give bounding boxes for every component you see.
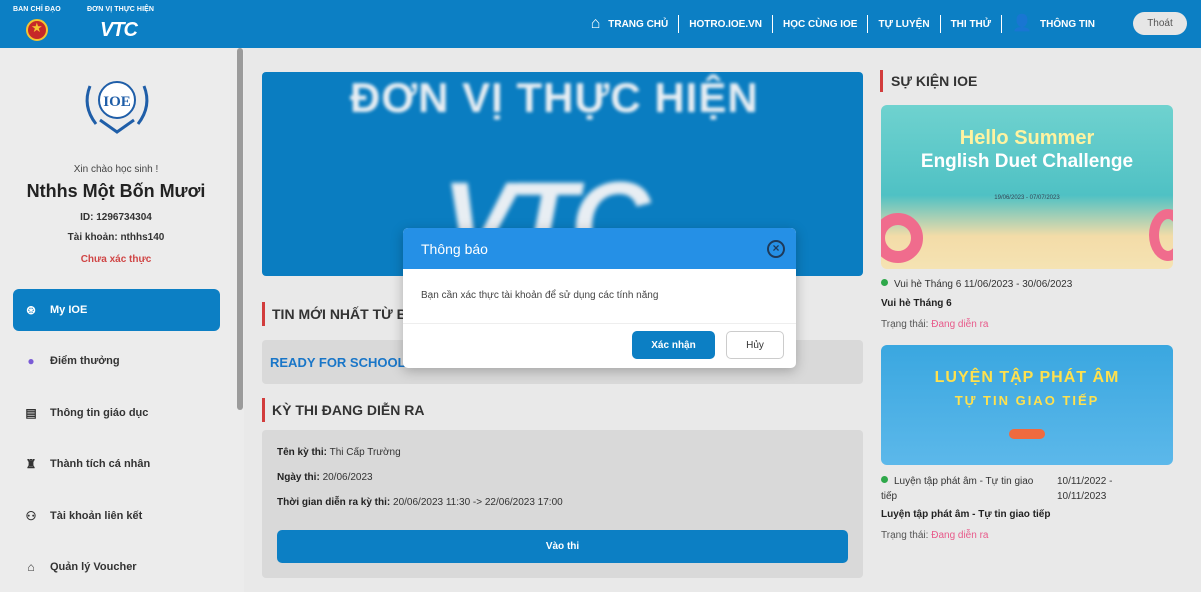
close-icon[interactable]: × <box>767 240 785 258</box>
cancel-button[interactable]: Hủy <box>726 331 784 359</box>
notification-modal: Thông báo × Bạn cần xác thực tài khoản đ… <box>403 228 796 368</box>
modal-title: Thông báo <box>421 240 488 257</box>
modal-header: Thông báo <box>403 228 796 269</box>
modal-divider <box>403 323 796 324</box>
modal-message: Bạn cần xác thực tài khoản để sử dụng cá… <box>421 290 659 301</box>
confirm-button[interactable]: Xác nhận <box>632 331 715 359</box>
